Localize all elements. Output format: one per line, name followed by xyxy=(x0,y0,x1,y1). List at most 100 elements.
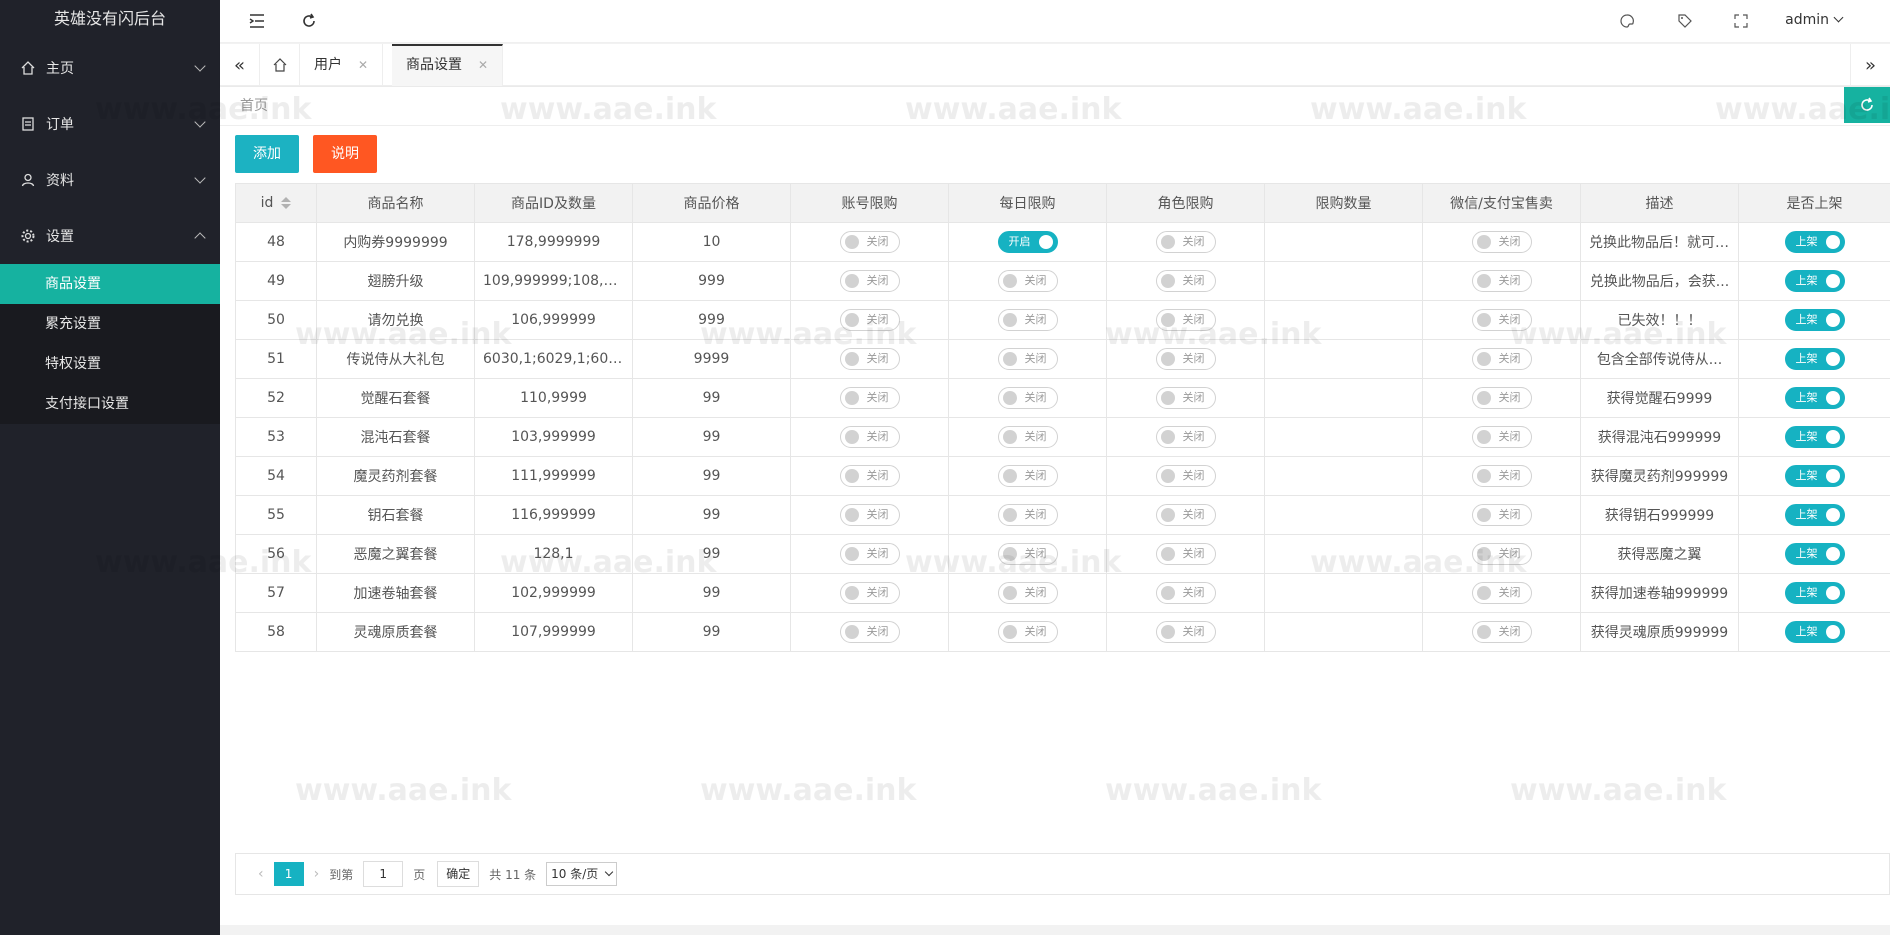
on-shelf-switch[interactable]: 上架 xyxy=(1784,504,1845,526)
per-page-select[interactable]: 10 条/页 xyxy=(546,862,618,886)
on-shelf-switch[interactable]: 上架 xyxy=(1784,387,1845,409)
user-menu[interactable]: admin xyxy=(1785,12,1844,28)
role-limit-switch[interactable]: 关闭 xyxy=(1155,231,1216,253)
wechat-alipay-switch[interactable]: 关闭 xyxy=(1471,270,1532,292)
nav-item-label: 订单 xyxy=(46,117,74,133)
account-limit-cell: 关闭 xyxy=(790,261,949,301)
wechat-alipay-switch[interactable]: 关闭 xyxy=(1471,504,1532,526)
daily-limit-switch[interactable]: 开启 xyxy=(997,231,1058,253)
role-limit-switch[interactable]: 关闭 xyxy=(1155,465,1216,487)
menu-toggle-icon[interactable] xyxy=(246,10,268,32)
sort-icon[interactable] xyxy=(281,197,292,209)
wechat-alipay-switch[interactable]: 关闭 xyxy=(1471,465,1532,487)
daily-limit-switch[interactable]: 关闭 xyxy=(997,465,1058,487)
role-limit-switch[interactable]: 关闭 xyxy=(1155,387,1216,409)
on-shelf-switch[interactable]: 上架 xyxy=(1784,348,1845,370)
next-page-icon[interactable]: › xyxy=(314,866,320,882)
daily-limit-switch[interactable]: 关闭 xyxy=(997,270,1058,292)
account-limit-switch[interactable]: 关闭 xyxy=(839,543,900,565)
wechat-alipay-switch[interactable]: 关闭 xyxy=(1471,231,1532,253)
cell-limit-qty xyxy=(1264,222,1423,262)
on-shelf-switch[interactable]: 上架 xyxy=(1784,465,1845,487)
page-input[interactable]: 1 xyxy=(363,861,404,887)
page-1-button[interactable]: 1 xyxy=(273,862,304,886)
account-limit-switch[interactable]: 关闭 xyxy=(839,348,900,370)
add-button[interactable]: 添加 xyxy=(235,135,299,173)
cell-name: 恶魔之翼套餐 xyxy=(316,534,475,574)
tag-icon[interactable] xyxy=(1674,10,1696,32)
wechat-alipay-switch[interactable]: 关闭 xyxy=(1471,348,1532,370)
tab-product-settings[interactable]: 商品设置 ✕ xyxy=(392,44,504,86)
wechat-alipay-switch[interactable]: 关闭 xyxy=(1471,621,1532,643)
on-shelf-switch[interactable]: 上架 xyxy=(1784,231,1845,253)
fullscreen-icon[interactable] xyxy=(1730,10,1752,32)
nav-item-orders[interactable]: 订单 xyxy=(0,96,220,152)
role-limit-switch[interactable]: 关闭 xyxy=(1155,426,1216,448)
daily-limit-switch[interactable]: 关闭 xyxy=(997,387,1058,409)
settings-submenu: 商品设置 累充设置 特权设置 支付接口设置 xyxy=(0,264,220,424)
products-table: id 商品名称 商品ID及数量 商品价格 账号限购 每日限购 角色限购 限购数量… xyxy=(235,183,1890,652)
sidebar-item-payment-settings[interactable]: 支付接口设置 xyxy=(0,384,220,424)
daily-limit-switch[interactable]: 关闭 xyxy=(997,582,1058,604)
cell-limit-qty xyxy=(1264,261,1423,301)
tab-users[interactable]: 用户 ✕ xyxy=(300,44,384,86)
close-icon[interactable]: ✕ xyxy=(358,58,368,72)
daily-limit-switch[interactable]: 关闭 xyxy=(997,426,1058,448)
nav-item-home[interactable]: 主页 xyxy=(0,40,220,96)
cell-description: 兑换此物品后！就可以... xyxy=(1580,222,1739,262)
on-shelf-switch[interactable]: 上架 xyxy=(1784,270,1845,292)
role-limit-switch[interactable]: 关闭 xyxy=(1155,309,1216,331)
daily-limit-switch[interactable]: 关闭 xyxy=(997,348,1058,370)
on-shelf-switch[interactable]: 上架 xyxy=(1784,309,1845,331)
on-shelf-switch[interactable]: 上架 xyxy=(1784,621,1845,643)
daily-limit-switch[interactable]: 关闭 xyxy=(997,621,1058,643)
goto-confirm-button[interactable]: 确定 xyxy=(437,861,480,887)
refresh-button[interactable] xyxy=(1844,87,1890,123)
daily-limit-switch[interactable]: 关闭 xyxy=(997,504,1058,526)
role-limit-switch[interactable]: 关闭 xyxy=(1155,270,1216,292)
account-limit-switch[interactable]: 关闭 xyxy=(839,270,900,292)
role-limit-switch[interactable]: 关闭 xyxy=(1155,543,1216,565)
role-limit-switch[interactable]: 关闭 xyxy=(1155,504,1216,526)
on-shelf-switch[interactable]: 上架 xyxy=(1784,426,1845,448)
tab-home[interactable] xyxy=(260,44,300,86)
on-shelf-switch[interactable]: 上架 xyxy=(1784,543,1845,565)
account-limit-switch[interactable]: 关闭 xyxy=(839,582,900,604)
wechat-alipay-switch[interactable]: 关闭 xyxy=(1471,582,1532,604)
account-limit-switch[interactable]: 关闭 xyxy=(839,426,900,448)
nav-item-settings[interactable]: 设置 xyxy=(0,208,220,264)
daily-limit-switch[interactable]: 关闭 xyxy=(997,309,1058,331)
wechat-alipay-switch[interactable]: 关闭 xyxy=(1471,309,1532,331)
account-limit-switch[interactable]: 关闭 xyxy=(839,621,900,643)
daily-limit-switch[interactable]: 关闭 xyxy=(997,543,1058,565)
cell-limit-qty xyxy=(1264,300,1423,340)
role-limit-switch[interactable]: 关闭 xyxy=(1155,582,1216,604)
sidebar-item-privilege-settings[interactable]: 特权设置 xyxy=(0,344,220,384)
account-limit-switch[interactable]: 关闭 xyxy=(839,231,900,253)
wechat-alipay-switch[interactable]: 关闭 xyxy=(1471,426,1532,448)
account-limit-switch[interactable]: 关闭 xyxy=(839,465,900,487)
help-button[interactable]: 说明 xyxy=(313,135,377,173)
nav-item-profile[interactable]: 资料 xyxy=(0,152,220,208)
theme-icon[interactable] xyxy=(1616,10,1638,32)
tabs-scroll-left-icon[interactable]: « xyxy=(220,44,260,86)
prev-page-icon[interactable]: ‹ xyxy=(258,866,264,882)
daily-limit-cell: 关闭 xyxy=(948,573,1107,613)
sidebar-item-recharge-settings[interactable]: 累充设置 xyxy=(0,304,220,344)
account-limit-switch[interactable]: 关闭 xyxy=(839,504,900,526)
close-icon[interactable]: ✕ xyxy=(478,58,488,72)
account-limit-switch[interactable]: 关闭 xyxy=(839,387,900,409)
col-header-id[interactable]: id xyxy=(235,183,317,223)
role-limit-switch[interactable]: 关闭 xyxy=(1155,348,1216,370)
sidebar-item-product-settings[interactable]: 商品设置 xyxy=(0,264,220,304)
on-shelf-cell: 上架 xyxy=(1738,573,1890,613)
account-limit-switch[interactable]: 关闭 xyxy=(839,309,900,331)
on-shelf-switch[interactable]: 上架 xyxy=(1784,582,1845,604)
tabs-scroll-right-icon[interactable]: » xyxy=(1850,44,1890,86)
wechat-alipay-switch[interactable]: 关闭 xyxy=(1471,543,1532,565)
cell-price: 999 xyxy=(632,300,791,340)
refresh-icon[interactable] xyxy=(298,10,320,32)
role-limit-switch[interactable]: 关闭 xyxy=(1155,621,1216,643)
wechat-alipay-switch[interactable]: 关闭 xyxy=(1471,387,1532,409)
breadcrumb[interactable]: 首页 xyxy=(240,95,268,115)
